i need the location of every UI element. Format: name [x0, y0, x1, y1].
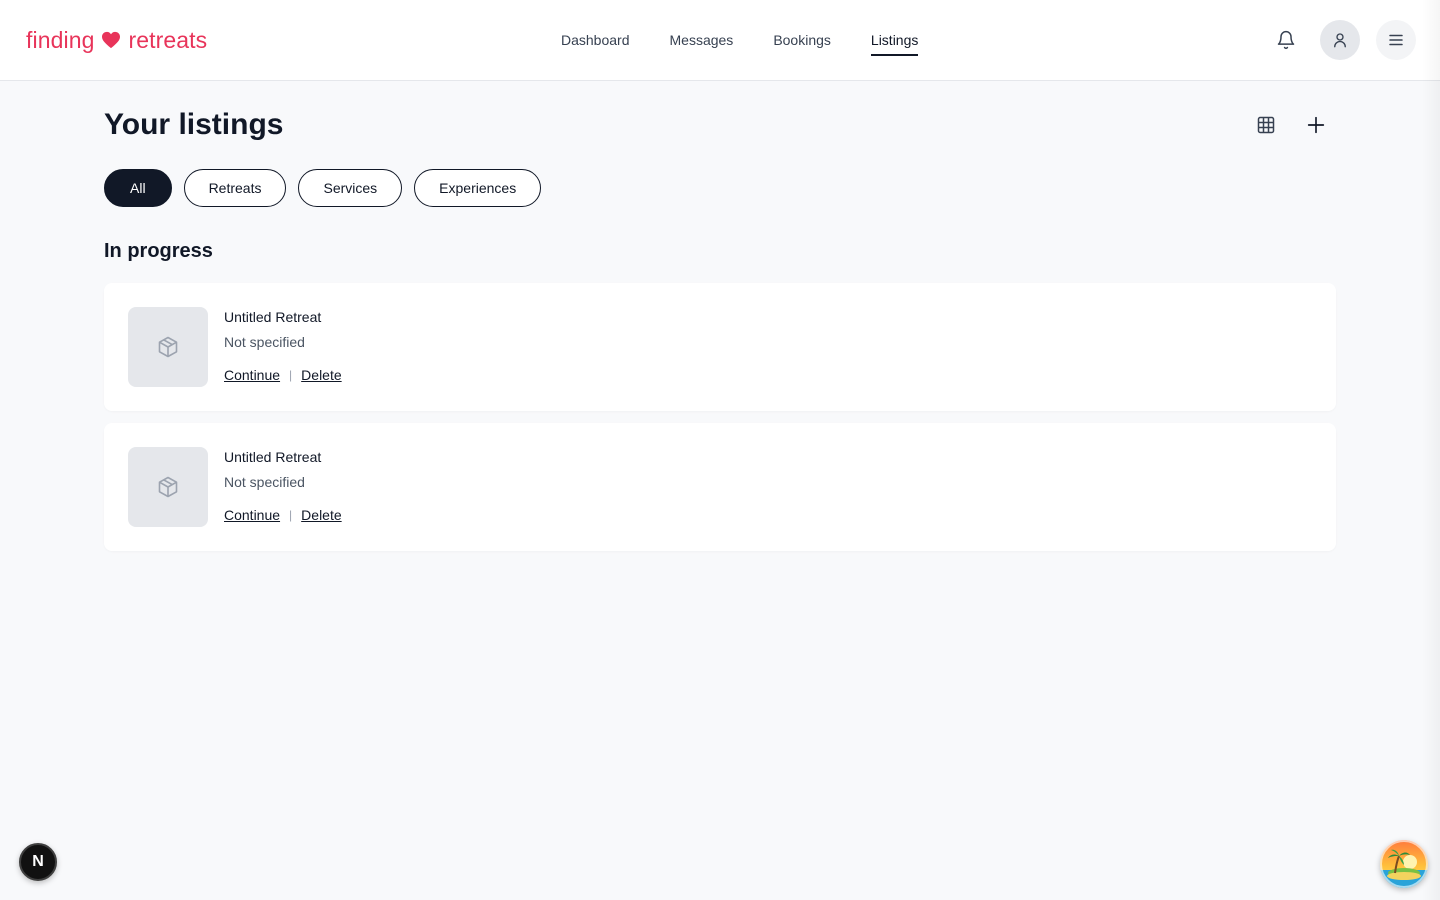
listing-filters: All Retreats Services Experiences [104, 169, 542, 207]
listing-thumbnail [128, 307, 208, 387]
main-nav: Dashboard Messages Bookings Listings [561, 30, 919, 56]
notifications-button[interactable] [1266, 20, 1306, 60]
brand-word-retreats: retreats [128, 26, 208, 53]
page-title: Your listings [104, 108, 284, 141]
action-separator: | [289, 508, 293, 522]
page-edge-shadow [1422, 0, 1440, 900]
top-header: finding retreats Dashboard Messages Book… [0, 0, 1440, 81]
plus-icon [1307, 116, 1325, 134]
continue-link[interactable]: Continue [224, 367, 280, 383]
listing-title: Untitled Retreat [224, 309, 322, 325]
filter-retreats[interactable]: Retreats [183, 169, 287, 207]
assistant-launcher-button[interactable] [1380, 840, 1428, 888]
hamburger-menu-icon [1389, 34, 1403, 46]
listing-subtitle: Not specified [224, 474, 305, 490]
listing-card: Untitled Retreat Not specified Continue … [104, 283, 1336, 411]
listing-subtitle: Not specified [224, 334, 305, 350]
listing-thumbnail [128, 447, 208, 527]
nav-bookings[interactable]: Bookings [773, 30, 831, 56]
palm-island-icon [1380, 840, 1428, 888]
bell-icon [1277, 30, 1295, 50]
heart-icon [102, 31, 121, 49]
delete-link[interactable]: Delete [301, 367, 341, 383]
listing-actions: Continue | Delete [224, 367, 342, 383]
add-listing-button[interactable] [1300, 109, 1332, 141]
continue-link[interactable]: Continue [224, 507, 280, 523]
grid-view-icon [1257, 116, 1275, 134]
listing-card: Untitled Retreat Not specified Continue … [104, 423, 1336, 551]
listing-actions: Continue | Delete [224, 507, 342, 523]
delete-link[interactable]: Delete [301, 507, 341, 523]
user-icon [1334, 33, 1346, 48]
grid-view-button[interactable] [1250, 109, 1282, 141]
filter-experiences[interactable]: Experiences [414, 169, 542, 207]
nav-listings[interactable]: Listings [870, 30, 919, 56]
package-icon [158, 476, 178, 498]
nav-dashboard[interactable]: Dashboard [561, 30, 630, 56]
main-menu-button[interactable] [1376, 20, 1416, 60]
listing-title: Untitled Retreat [224, 449, 322, 465]
package-icon [158, 336, 178, 358]
filter-all[interactable]: All [104, 169, 172, 207]
brand-word-finding: finding [26, 26, 95, 53]
next-dev-badge[interactable]: N [19, 843, 57, 881]
section-title-in-progress: In progress [104, 240, 213, 262]
filter-services[interactable]: Services [298, 169, 403, 207]
action-separator: | [289, 368, 293, 382]
brand-logo[interactable]: finding retreats [26, 25, 207, 55]
nav-messages[interactable]: Messages [670, 30, 734, 56]
profile-button[interactable] [1320, 20, 1360, 60]
